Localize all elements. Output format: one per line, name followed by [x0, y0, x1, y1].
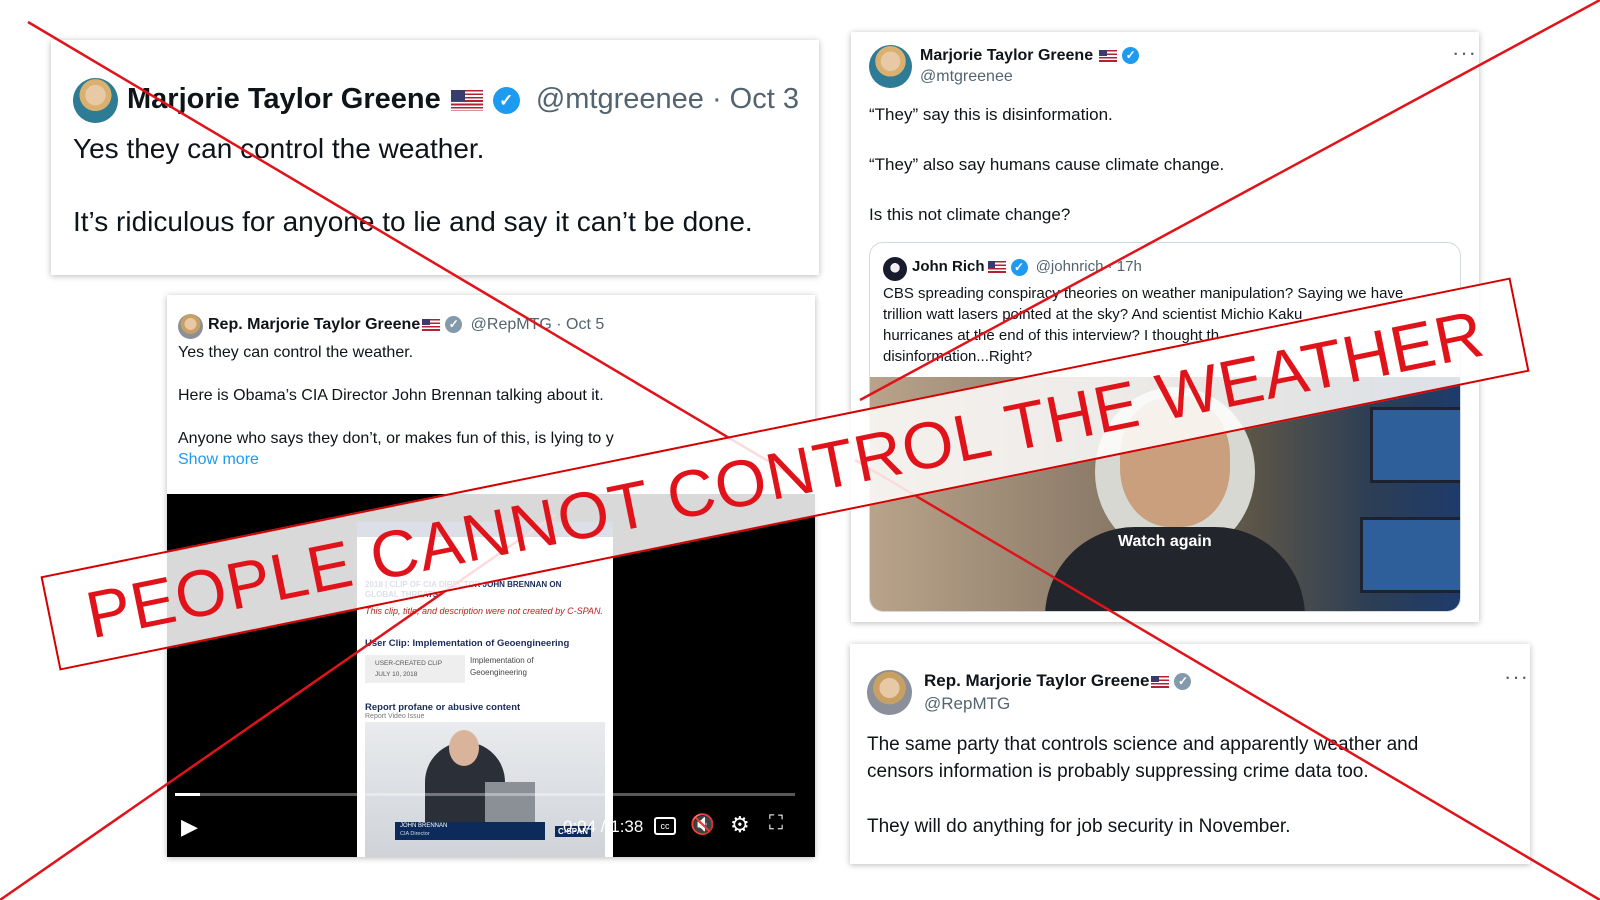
- cross-line-right-panel-down: [854, 458, 1600, 900]
- cross-line-left-panel-down: [27, 20, 801, 482]
